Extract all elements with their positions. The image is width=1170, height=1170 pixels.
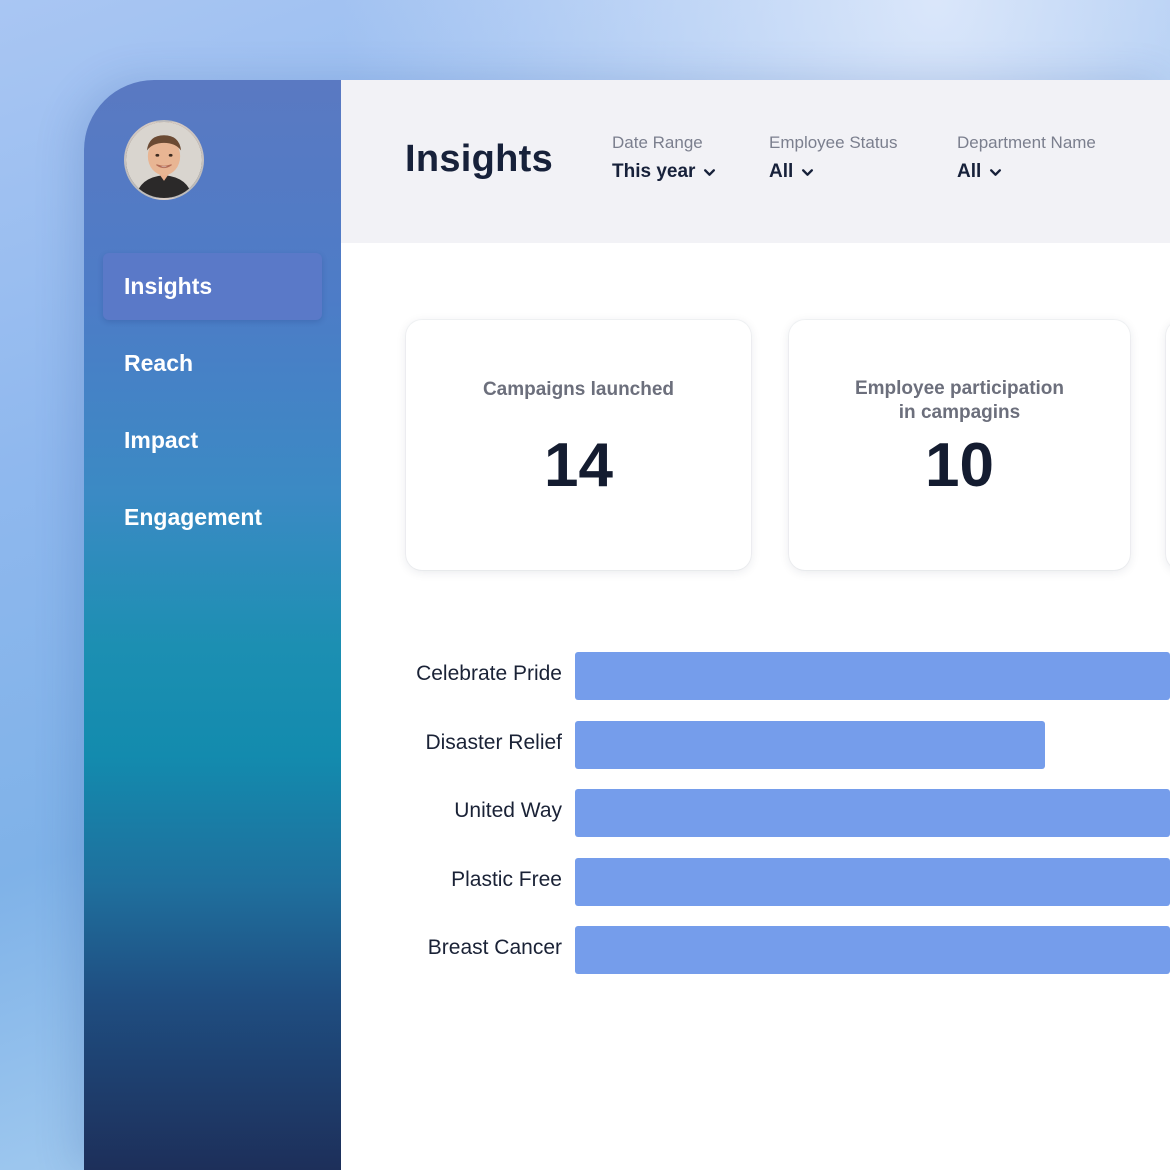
chevron-down-icon — [704, 168, 716, 176]
sidebar-item-insights[interactable]: Insights — [103, 253, 322, 320]
bar-label: Breast Cancer — [427, 936, 562, 959]
department-name-dropdown[interactable]: All — [957, 161, 1002, 183]
filter-value: All — [769, 161, 794, 182]
filter-employee-status: Employee Status All — [769, 133, 898, 183]
bar-label: United Way — [454, 799, 562, 822]
sidebar-item-engagement[interactable]: Engagement — [103, 484, 322, 551]
stat-card-employee-participation: Employee participation in campagins 10 — [789, 320, 1130, 570]
filter-value: All — [957, 161, 982, 182]
stat-card-partial — [1166, 320, 1170, 570]
filter-label: Department Name — [957, 133, 1096, 152]
filter-date-range: Date Range This year — [612, 133, 716, 183]
app-window: Insights Reach Impact Engagement Insight… — [84, 80, 1170, 1170]
filter-value: This year — [612, 161, 696, 182]
bar-breast-cancer[interactable] — [575, 926, 1170, 974]
sidebar-nav: Insights Reach Impact Engagement — [103, 253, 322, 561]
chevron-down-icon — [802, 168, 814, 176]
page-title: Insights — [405, 138, 554, 180]
stat-card-value: 10 — [925, 431, 994, 500]
bar-united-way[interactable] — [575, 789, 1170, 837]
stat-card-value: 14 — [544, 431, 613, 500]
stat-card-campaigns-launched: Campaigns launched 14 — [406, 320, 751, 570]
bar-label: Disaster Relief — [425, 730, 562, 754]
date-range-dropdown[interactable]: This year — [612, 161, 716, 183]
bar-label: Celebrate Pride — [416, 662, 562, 685]
campaign-bar-chart: Celebrate Pride Disaster Relief United Way… — [341, 640, 1170, 1000]
bar-label: Plastic Free — [451, 867, 562, 891]
header-bar: Insights Date Range This year Employee S… — [341, 80, 1170, 243]
avatar-portrait-icon — [126, 122, 202, 198]
user-avatar[interactable] — [124, 120, 204, 200]
stat-card-label: Campaigns launched — [482, 379, 675, 400]
sidebar: Insights Reach Impact Engagement — [84, 80, 341, 1170]
filter-label: Date Range — [612, 133, 703, 152]
sidebar-item-impact[interactable]: Impact — [103, 407, 322, 474]
bar-plastic-free[interactable] — [575, 857, 1170, 906]
chevron-down-icon — [990, 168, 1002, 176]
stat-card-label-line: Employee participation — [854, 378, 1065, 399]
sidebar-item-reach[interactable]: Reach — [103, 330, 322, 397]
filter-label: Employee Status — [769, 133, 898, 152]
bar-disaster-relief[interactable] — [575, 720, 1045, 769]
main-content: Insights Date Range This year Employee S… — [341, 80, 1170, 1170]
stat-card-label-line: in campagins — [898, 402, 1021, 423]
stat-card-label: Employee participation in campagins — [789, 377, 1130, 425]
filter-department-name: Department Name All — [957, 133, 1096, 183]
bar-celebrate-pride[interactable] — [575, 652, 1170, 700]
employee-status-dropdown[interactable]: All — [769, 161, 814, 183]
